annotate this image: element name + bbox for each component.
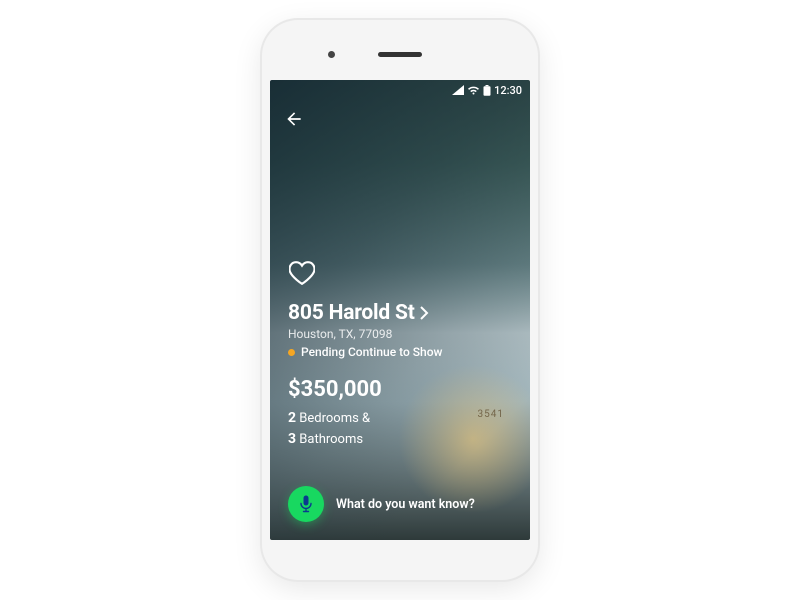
listing-status: Pending Continue to Show (288, 345, 512, 359)
status-time: 12:30 (494, 84, 522, 97)
bedrooms-label: Bedrooms & (299, 411, 370, 426)
listing-content: 805 Harold St Houston, TX, 77098 Pending… (270, 259, 530, 540)
voice-prompt-text: What do you want know? (336, 497, 475, 512)
microphone-icon (299, 495, 313, 513)
heart-icon (289, 261, 315, 285)
status-bar: 12:30 (270, 80, 530, 100)
status-label: Pending Continue to Show (301, 345, 442, 359)
favorite-button[interactable] (288, 259, 316, 287)
bathrooms-row: 3 Bathrooms (288, 429, 512, 450)
app-screen: 12:30 3541 805 Harold St Ho (270, 80, 530, 540)
arrow-left-icon (284, 109, 304, 129)
voice-mic-button[interactable] (288, 486, 324, 522)
listing-location: Houston, TX, 77098 (288, 327, 512, 341)
bathrooms-count: 3 (288, 431, 296, 447)
listing-price: $350,000 (288, 377, 512, 402)
wifi-icon (467, 85, 480, 95)
phone-hardware-top (270, 28, 530, 80)
phone-frame: 12:30 3541 805 Harold St Ho (262, 20, 538, 580)
address-link[interactable]: 805 Harold St (288, 301, 512, 325)
back-button[interactable] (282, 107, 306, 131)
phone-speaker (378, 52, 422, 57)
bedrooms-row: 2 Bedrooms & (288, 408, 512, 429)
voice-prompt-row: What do you want know? (288, 486, 512, 522)
listing-address: 805 Harold St (288, 301, 415, 325)
chevron-right-icon (419, 305, 429, 324)
nav-bar (270, 100, 530, 138)
bedrooms-count: 2 (288, 410, 296, 426)
listing-specs: 2 Bedrooms & 3 Bathrooms (288, 408, 512, 450)
bathrooms-label: Bathrooms (299, 432, 363, 447)
status-dot-icon (288, 349, 295, 356)
phone-camera (328, 51, 335, 58)
battery-icon (483, 85, 491, 96)
signal-icon (452, 85, 464, 95)
